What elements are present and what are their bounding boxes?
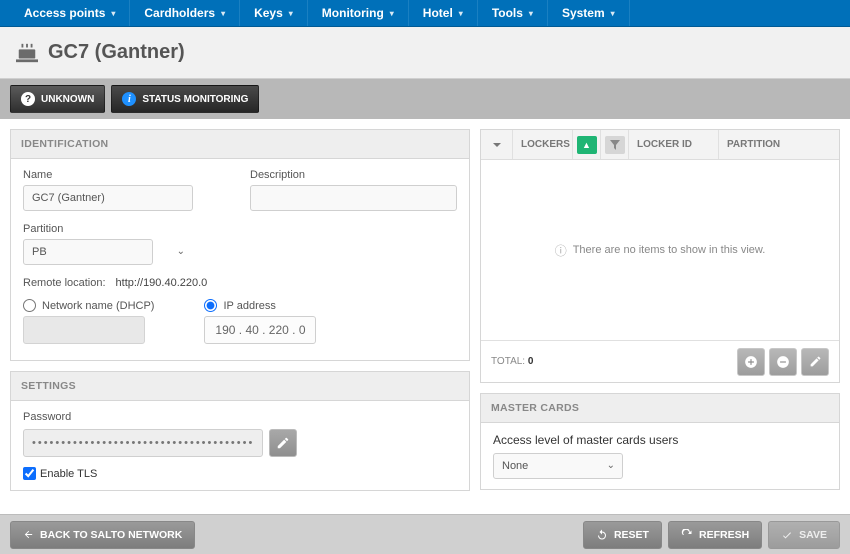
nav-keys[interactable]: Keys▾ [240, 0, 308, 26]
identification-panel: IDENTIFICATION Name Description Partitio… [10, 129, 470, 361]
password-input[interactable] [23, 429, 263, 457]
lockers-grid-footer: TOTAL: 0 [481, 340, 839, 382]
chevron-down-icon: ▾ [459, 9, 463, 18]
master-cards-panel: MASTER CARDS Access level of master card… [480, 393, 840, 490]
nav-cardholders[interactable]: Cardholders▾ [130, 0, 240, 26]
chevron-down-icon: ▾ [289, 9, 293, 18]
lockers-grid-empty: ⓘ There are no items to show in this vie… [481, 160, 839, 340]
col-locker-id[interactable]: LOCKER ID [629, 130, 719, 159]
remote-location-line: Remote location:http://190.40.220.0 [23, 277, 457, 289]
reset-button[interactable]: RESET [583, 521, 662, 549]
chevron-down-icon: ▾ [390, 9, 394, 18]
network-name-input [23, 316, 145, 344]
chevron-down-icon: ▾ [221, 9, 225, 18]
footer-bar: BACK TO SALTO NETWORK RESET REFRESH SAVE [0, 514, 850, 554]
nav-access-points[interactable]: Access points▾ [10, 0, 130, 26]
lockers-panel: LOCKERS ▲ LOCKER ID PARTITION ⓘ There ar… [480, 129, 840, 383]
ip-address-input[interactable]: 190 . 40 . 220 . 0 [204, 316, 316, 344]
remove-locker-button[interactable] [769, 348, 797, 376]
sort-asc-button[interactable]: ▲ [573, 130, 601, 159]
refresh-icon [681, 529, 693, 541]
col-lockers[interactable]: LOCKERS [513, 130, 573, 159]
access-level-select[interactable]: None [493, 453, 623, 479]
expand-all-toggle[interactable] [481, 130, 513, 159]
add-locker-button[interactable] [737, 348, 765, 376]
total-count: TOTAL: 0 [491, 356, 533, 367]
nav-system[interactable]: System▾ [548, 0, 630, 26]
col-partition[interactable]: PARTITION [719, 130, 839, 159]
check-icon [781, 529, 793, 541]
partition-select[interactable]: PB [23, 239, 153, 265]
info-icon: i [122, 92, 136, 106]
name-input[interactable] [23, 185, 193, 211]
page-title: GC7 (Gantner) [48, 41, 185, 64]
filter-button[interactable] [601, 130, 629, 159]
identification-header: IDENTIFICATION [11, 130, 469, 159]
chevron-down-icon: ▾ [529, 9, 533, 18]
nav-monitoring[interactable]: Monitoring▾ [308, 0, 409, 26]
edit-password-button[interactable] [269, 429, 297, 457]
ip-address-radio[interactable]: IP address [204, 299, 316, 312]
nav-hotel[interactable]: Hotel▾ [409, 0, 478, 26]
nav-tools[interactable]: Tools▾ [478, 0, 548, 26]
save-button[interactable]: SAVE [768, 521, 840, 549]
chevron-down-icon: ▾ [611, 9, 615, 18]
access-level-label: Access level of master cards users [493, 433, 827, 447]
network-name-radio[interactable]: Network name (DHCP) [23, 299, 154, 312]
info-icon: ⓘ [555, 242, 567, 259]
status-monitoring-button[interactable]: i STATUS MONITORING [111, 85, 259, 113]
master-cards-header: MASTER CARDS [481, 394, 839, 423]
arrow-left-icon [23, 529, 34, 540]
chevron-down-icon: ⌄ [177, 246, 185, 257]
lockers-grid-header: LOCKERS ▲ LOCKER ID PARTITION [481, 130, 839, 160]
enable-tls-checkbox[interactable]: Enable TLS [23, 467, 457, 480]
status-unknown-button[interactable]: ? UNKNOWN [10, 85, 105, 113]
password-label: Password [23, 411, 457, 423]
device-icon [16, 43, 38, 63]
question-icon: ? [21, 92, 35, 106]
partition-label: Partition [23, 223, 193, 235]
main-nav: Access points▾ Cardholders▾ Keys▾ Monito… [0, 0, 850, 27]
settings-panel: SETTINGS Password Enable TLS [10, 371, 470, 491]
undo-icon [596, 529, 608, 541]
description-input[interactable] [250, 185, 457, 211]
status-row: ? UNKNOWN i STATUS MONITORING [0, 79, 850, 119]
description-label: Description [250, 169, 457, 181]
name-label: Name [23, 169, 230, 181]
refresh-button[interactable]: REFRESH [668, 521, 762, 549]
main-content: IDENTIFICATION Name Description Partitio… [0, 119, 850, 514]
settings-header: SETTINGS [11, 372, 469, 401]
edit-locker-button[interactable] [801, 348, 829, 376]
title-bar: GC7 (Gantner) [0, 27, 850, 79]
chevron-down-icon: ▾ [111, 9, 115, 18]
back-button[interactable]: BACK TO SALTO NETWORK [10, 521, 195, 549]
